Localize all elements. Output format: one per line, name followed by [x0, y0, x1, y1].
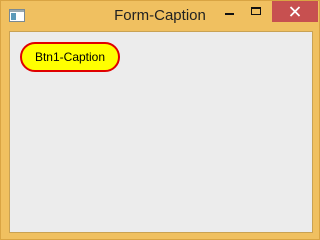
window-app-icon[interactable] [9, 9, 25, 22]
app-icon-pane [11, 13, 16, 20]
app-icon-bar [10, 10, 24, 12]
app-window: Form-Caption Btn1-Caption [0, 0, 320, 240]
close-icon [289, 6, 301, 17]
close-button[interactable] [272, 1, 318, 22]
maximize-icon [251, 7, 261, 15]
maximize-button[interactable] [243, 1, 269, 21]
minimize-button[interactable] [216, 1, 242, 21]
btn1-button[interactable]: Btn1-Caption [20, 42, 120, 72]
minimize-icon [225, 13, 234, 15]
form-client-area: Btn1-Caption [9, 31, 313, 233]
title-bar[interactable]: Form-Caption [1, 1, 319, 31]
